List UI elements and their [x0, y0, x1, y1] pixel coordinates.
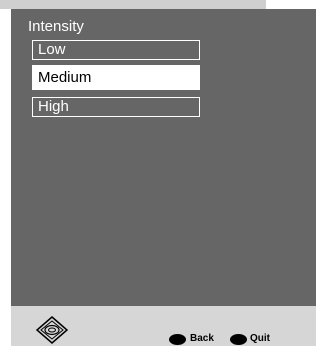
option-high[interactable]: High	[32, 97, 200, 117]
screen: Intensity Low Medium High Back Quit	[0, 0, 323, 354]
back-button-dot-icon[interactable]	[169, 334, 186, 345]
menu-title: Intensity	[28, 18, 84, 35]
quit-button-dot-icon[interactable]	[230, 334, 247, 345]
directional-pad-icon	[35, 316, 69, 344]
option-medium[interactable]: Medium	[32, 65, 200, 90]
quit-button-label[interactable]: Quit	[250, 333, 270, 345]
option-low[interactable]: Low	[32, 40, 200, 60]
back-button-label[interactable]: Back	[190, 333, 214, 345]
title-tab	[0, 0, 266, 9]
